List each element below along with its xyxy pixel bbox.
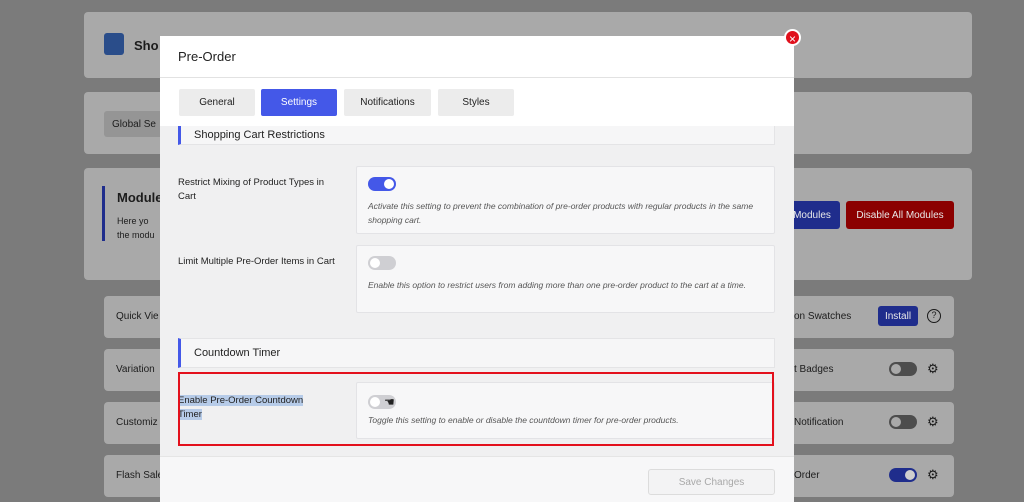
modules-desc-line2: the modu	[117, 230, 155, 240]
tab-general[interactable]: General	[179, 89, 255, 116]
app-title: Sho	[134, 38, 159, 53]
module-label-right: on Swatches	[794, 311, 852, 322]
tab-notifications[interactable]: Notifications	[344, 89, 431, 116]
setting-description: Enable this option to restrict users fro…	[368, 280, 746, 290]
setting-description: Activate this setting to prevent the com…	[368, 201, 754, 225]
tab-settings[interactable]: Settings	[261, 89, 337, 116]
module-toggle[interactable]	[889, 362, 917, 376]
setting-label: Restrict Mixing of Product Types in Cart	[178, 177, 325, 202]
section-header-countdown: Countdown Timer	[178, 338, 775, 368]
help-icon[interactable]: ?	[927, 309, 941, 323]
disable-all-modules-button[interactable]: Disable All Modules	[846, 201, 954, 229]
gear-icon[interactable]: ⚙	[927, 362, 939, 375]
tab-styles[interactable]: Styles	[438, 89, 514, 116]
setting-card: Activate this setting to prevent the com…	[356, 166, 775, 234]
gear-icon[interactable]: ⚙	[927, 468, 939, 481]
module-label-left: Flash Sale	[116, 470, 164, 481]
highlight-annotation-box	[178, 372, 774, 446]
section-title: Countdown Timer	[194, 347, 281, 359]
section-header-cart: Shopping Cart Restrictions	[178, 126, 775, 145]
modal-header: Pre-Order	[160, 36, 794, 78]
module-toggle[interactable]	[889, 468, 917, 482]
limit-multiple-toggle[interactable]	[368, 256, 396, 270]
modules-desc-line1: Here yo	[117, 216, 149, 226]
close-icon[interactable]: ×	[784, 29, 801, 46]
modules-title: Module	[117, 190, 163, 205]
hand-cursor-icon: ☚	[384, 395, 395, 409]
module-label-right: t Badges	[794, 364, 834, 375]
restrict-mixing-toggle[interactable]	[368, 177, 396, 191]
global-settings-tab[interactable]: Global Se	[104, 111, 164, 137]
module-label-left: Variation	[116, 364, 155, 375]
setting-label: Limit Multiple Pre-Order Items in Cart	[178, 256, 335, 267]
setting-card: Enable this option to restrict users fro…	[356, 245, 775, 313]
module-label-left: Quick Vie	[116, 311, 159, 322]
modal-title: Pre-Order	[178, 49, 236, 64]
module-label-right: Order	[794, 470, 820, 481]
gear-icon[interactable]: ⚙	[927, 415, 939, 428]
module-toggle[interactable]	[889, 415, 917, 429]
app-logo-icon	[104, 33, 124, 55]
modules-accent-bar	[102, 186, 105, 241]
install-button[interactable]: Install	[878, 306, 918, 326]
modal-footer: Save Changes	[160, 456, 794, 502]
save-changes-button[interactable]: Save Changes	[648, 469, 775, 495]
section-title: Shopping Cart Restrictions	[194, 129, 325, 141]
module-label-right: Notification	[794, 417, 844, 428]
module-label-left: Customiz	[116, 417, 158, 428]
